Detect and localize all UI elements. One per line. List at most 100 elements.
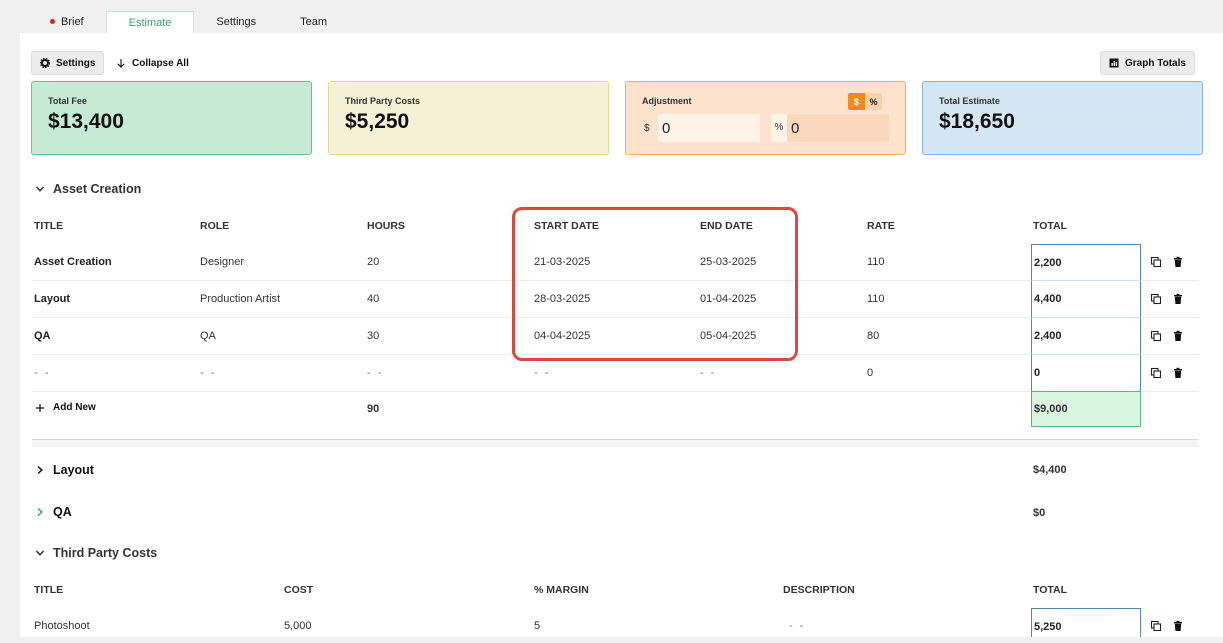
- duplicate-row-button[interactable]: [1150, 330, 1162, 342]
- delete-row-button[interactable]: [1172, 330, 1184, 342]
- row-total-input[interactable]: 2,400: [1031, 318, 1141, 355]
- row-rate[interactable]: 110: [867, 281, 885, 318]
- trash-icon: [1174, 620, 1182, 631]
- tp-col-header-description: DESCRIPTION: [783, 584, 855, 596]
- row-start-date[interactable]: 28-03-2025: [534, 281, 590, 318]
- layout-section-title: Layout: [53, 463, 94, 477]
- row-start-date[interactable]: 04-04-2025: [534, 318, 590, 355]
- add-new-label: Add New: [53, 402, 96, 413]
- qa-section-total: $0: [1033, 507, 1046, 519]
- row-rate[interactable]: 80: [867, 318, 879, 355]
- trash-icon: [1174, 367, 1182, 378]
- trash-icon: [1174, 256, 1182, 267]
- duplicate-row-button[interactable]: [1150, 367, 1162, 379]
- copy-icon: [1150, 620, 1162, 632]
- row-total-input[interactable]: 4,400: [1031, 281, 1141, 318]
- graph-totals-button[interactable]: Graph Totals: [1100, 51, 1195, 75]
- status-dot-icon: [50, 18, 55, 24]
- tab-team[interactable]: Team: [278, 11, 349, 33]
- row-end-date[interactable]: 25-03-2025: [700, 244, 756, 281]
- trash-icon: [1174, 293, 1182, 304]
- adjustment-percent-toggle[interactable]: %: [865, 93, 882, 110]
- tab-estimate[interactable]: Estimate: [105, 11, 195, 33]
- settings-button[interactable]: Settings: [31, 51, 105, 75]
- add-new-row-button[interactable]: Add New: [35, 402, 96, 413]
- row-title[interactable]: Asset Creation: [34, 244, 112, 281]
- asset-creation-section-header[interactable]: Asset Creation: [35, 182, 141, 196]
- tp-col-header-title: TITLE: [34, 584, 64, 596]
- row-role[interactable]: QA: [200, 318, 216, 355]
- table-row[interactable]: - - - - - - - - - - 0 0: [32, 355, 1199, 392]
- total-fee-card: Total Fee $13,400: [31, 81, 312, 155]
- row-total-input[interactable]: 0: [1031, 355, 1141, 392]
- row-role[interactable]: Production Artist: [200, 281, 280, 318]
- copy-icon: [1150, 256, 1162, 268]
- duplicate-row-button[interactable]: [1150, 256, 1162, 268]
- chevron-down-icon: [35, 550, 45, 556]
- third-party-costs-card: Third Party Costs $5,250: [328, 81, 609, 155]
- chart-icon: [1109, 58, 1119, 68]
- row-hours[interactable]: 40: [367, 281, 379, 318]
- tp-row-description[interactable]: - -: [789, 608, 805, 637]
- arrow-down-icon: [117, 59, 125, 68]
- row-rate[interactable]: 110: [867, 244, 885, 281]
- third-party-costs-label: Third Party Costs: [345, 96, 421, 106]
- asset-creation-title: Asset Creation: [53, 182, 142, 196]
- settings-button-label: Settings: [56, 57, 96, 69]
- duplicate-row-button[interactable]: [1150, 293, 1162, 305]
- tp-row-total-input[interactable]: 5,250: [1031, 608, 1141, 637]
- row-title[interactable]: - -: [34, 355, 50, 392]
- table-row[interactable]: QA QA 30 04-04-2025 05-04-2025 80 2,400: [32, 318, 1199, 355]
- tp-col-header-total: TOTAL: [1033, 584, 1068, 596]
- row-hours[interactable]: 30: [367, 318, 379, 355]
- row-end-date[interactable]: 05-04-2025: [700, 318, 756, 355]
- delete-row-button[interactable]: [1172, 293, 1184, 305]
- adjustment-dollar-input[interactable]: 0: [658, 114, 760, 142]
- delete-row-button[interactable]: [1172, 256, 1184, 268]
- adjustment-percent-group: % 0: [771, 114, 889, 142]
- row-rate[interactable]: 0: [867, 355, 873, 392]
- section-divider-shade: [32, 440, 1198, 447]
- delete-row-button[interactable]: [1172, 367, 1184, 379]
- dollar-symbol: $: [644, 122, 650, 134]
- tab-brief[interactable]: Brief: [28, 11, 106, 33]
- row-role[interactable]: Designer: [200, 244, 244, 281]
- qa-section-header[interactable]: QA: [35, 505, 72, 519]
- adjustment-percent-input[interactable]: 0: [787, 114, 889, 142]
- table-row[interactable]: Photoshoot 5,000 5 - - 5,250: [32, 608, 1199, 637]
- row-start-date[interactable]: - -: [534, 355, 550, 392]
- layout-section-total: $4,400: [1033, 464, 1067, 476]
- delete-row-button[interactable]: [1172, 620, 1184, 632]
- tab-bar: Brief Estimate Settings Team: [28, 11, 349, 33]
- col-header-role: ROLE: [200, 220, 230, 232]
- row-title[interactable]: Layout: [34, 281, 70, 318]
- adjustment-dollar-toggle[interactable]: $: [848, 93, 865, 110]
- table-row[interactable]: Layout Production Artist 40 28-03-2025 0…: [32, 281, 1199, 318]
- copy-icon: [1150, 330, 1162, 342]
- row-role[interactable]: - -: [200, 355, 216, 392]
- row-total-input[interactable]: 2,200: [1031, 244, 1141, 281]
- copy-icon: [1150, 293, 1162, 305]
- layout-section-header[interactable]: Layout: [35, 463, 94, 477]
- third-party-costs-value: $5,250: [345, 110, 410, 133]
- adjustment-card: Adjustment $ % $ 0 % 0: [625, 81, 906, 155]
- row-hours[interactable]: - -: [367, 355, 383, 392]
- copy-icon: [1150, 367, 1162, 379]
- chevron-right-icon: [37, 465, 43, 475]
- table-row[interactable]: Asset Creation Designer 20 21-03-2025 25…: [32, 244, 1199, 281]
- row-title[interactable]: QA: [34, 318, 51, 355]
- third-party-section-header[interactable]: Third Party Costs: [35, 546, 157, 560]
- duplicate-row-button[interactable]: [1150, 620, 1162, 632]
- tp-col-header-margin: % MARGIN: [534, 584, 589, 596]
- row-start-date[interactable]: 21-03-2025: [534, 244, 590, 281]
- total-estimate-card: Total Estimate $18,650: [922, 81, 1203, 155]
- row-hours[interactable]: 20: [367, 244, 379, 281]
- row-end-date[interactable]: 01-04-2025: [700, 281, 756, 318]
- collapse-all-button[interactable]: Collapse All: [116, 51, 189, 75]
- tp-row-title[interactable]: Photoshoot: [34, 608, 90, 637]
- tp-row-cost[interactable]: 5,000: [284, 608, 312, 637]
- col-header-rate: RATE: [867, 220, 895, 232]
- row-end-date[interactable]: - -: [700, 355, 716, 392]
- tab-settings[interactable]: Settings: [194, 11, 278, 33]
- tp-row-margin[interactable]: 5: [534, 608, 540, 637]
